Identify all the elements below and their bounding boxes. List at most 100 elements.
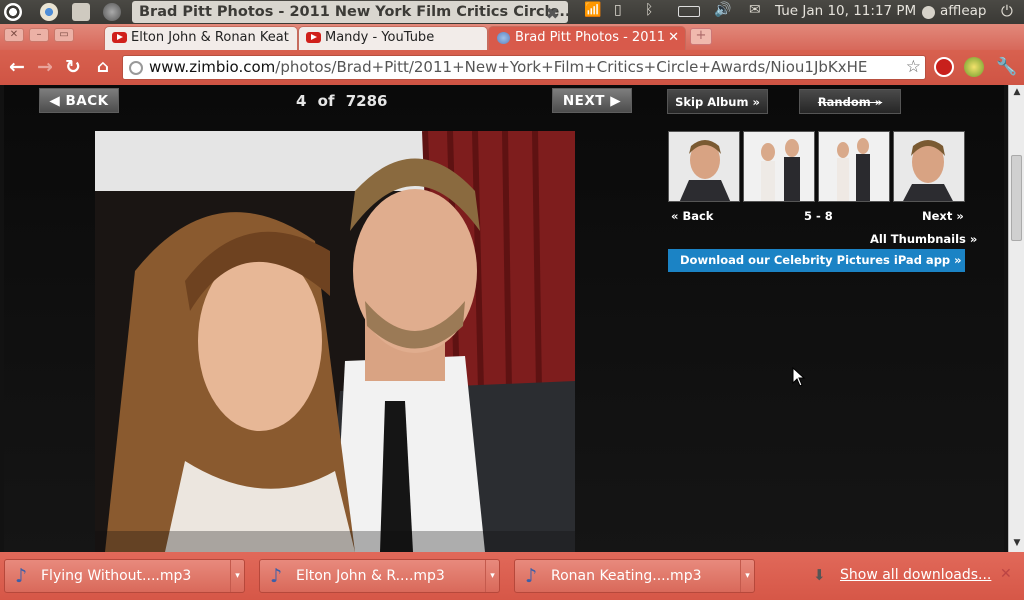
download-item-label: Ronan Keating....mp3 [551,568,702,584]
window-title-text: Brad Pitt Photos - 2011 New York Film Cr… [139,4,568,20]
page-content: ◀ BACK 4 of 7286 NEXT ▶ Skip Album » Ran… [0,85,1008,552]
thumbnails-next-link[interactable]: Next » [922,209,964,223]
scrollbar-thumb[interactable] [1011,155,1022,241]
browser-launcher-icon[interactable] [103,3,121,21]
gallery-area: ◀ BACK 4 of 7286 NEXT ▶ Skip Album » Ran… [4,85,1004,552]
thumbnail-image [819,132,889,201]
music-file-icon: ♪ [15,565,28,587]
download-shelf: ♪ Flying Without....mp3 ▾ ♪ Elton John &… [0,552,1024,600]
page-info-icon[interactable] [129,61,143,75]
skip-album-button[interactable]: Skip Album » [667,89,768,114]
back-button-label: BACK [65,93,109,109]
counter-of: of [317,92,335,110]
random-button[interactable]: Random » [799,89,901,114]
left-triangle-icon: ◀ [49,93,66,109]
user-status-icon[interactable] [922,6,935,19]
download-item-1[interactable]: ♪ Flying Without....mp3 ▾ [4,559,245,593]
back-arrow-icon[interactable]: ← [6,56,28,78]
scroll-down-icon[interactable]: ▼ [1011,538,1023,550]
double-left-icon: « [671,209,683,223]
home-icon[interactable]: ⌂ [92,56,114,78]
mail-icon[interactable]: ✉ [749,2,761,18]
tab-label: Mandy - YouTube [325,30,435,45]
wrench-menu-icon[interactable]: 🔧 [996,56,1018,78]
bookmark-star-icon[interactable]: ☆ [906,56,921,79]
power-icon[interactable]: ⏻ [1001,2,1013,20]
show-all-downloads-link[interactable]: Show all downloads... [840,567,991,583]
photo-counter: 4 of 7286 [296,92,388,110]
download-item-label: Elton John & R....mp3 [296,568,445,584]
adblock-icon[interactable] [934,57,954,77]
maximize-window-button[interactable]: ▭ [54,28,74,42]
tab-mandy[interactable]: Mandy - YouTube [298,26,488,50]
skip-album-label: Skip Album » [675,95,760,109]
thumbnails-back-label: Back [682,209,714,223]
zimbio-icon [497,32,510,44]
next-button-label: NEXT [562,93,606,109]
total-photo-number: 7286 [345,92,388,110]
all-thumbnails-label: All Thumbnails » [870,232,978,246]
thumbnail-3[interactable] [818,131,890,202]
extension-icon[interactable] [964,57,984,77]
clock[interactable]: Tue Jan 10, 11:17 PM [775,3,916,19]
all-thumbnails-link[interactable]: All Thumbnails » [870,232,977,246]
address-bar[interactable]: www.zimbio.com/photos/Brad+Pitt/2011+New… [122,55,926,80]
close-window-icon[interactable]: ✖ [546,3,559,23]
tab-brad-pitt-photos[interactable]: Brad Pitt Photos - 2011 ✕ [488,26,686,50]
url-host: www.zimbio.com [149,58,276,76]
next-button[interactable]: NEXT ▶ [552,88,632,113]
window-title: Brad Pitt Photos - 2011 New York Film Cr… [132,1,568,23]
tab-strip: ✕ – ▭ Elton John & Ronan Keat Mandy - Yo… [0,24,1024,50]
text-editor-launcher-icon[interactable] [72,3,90,21]
download-menu-icon[interactable]: ▾ [740,560,754,592]
ipad-app-banner[interactable]: Download our Celebrity Pictures iPad app… [668,249,965,272]
random-label: Random » [817,95,883,109]
download-item-label: Flying Without....mp3 [41,568,192,584]
scroll-up-icon[interactable]: ▲ [1011,87,1023,99]
youtube-icon [112,32,127,43]
ubuntu-menu-icon[interactable] [4,3,22,21]
url-path: /photos/Brad+Pitt/2011+New+York+Film+Cri… [275,58,868,76]
thumbnails-range-text: 5 - 8 [804,209,833,223]
back-button[interactable]: ◀ BACK [39,88,119,113]
new-tab-button[interactable]: + [690,28,712,45]
music-file-icon: ♪ [525,565,538,587]
phone-icon[interactable]: ▯ [614,2,622,18]
music-file-icon: ♪ [270,565,283,587]
volume-icon[interactable]: 🔊 [714,2,731,18]
download-item-2[interactable]: ♪ Elton John & R....mp3 ▾ [259,559,500,593]
tab-label: Elton John & Ronan Keat [131,30,289,45]
tab-elton-john[interactable]: Elton John & Ronan Keat [104,26,298,50]
bluetooth-icon[interactable]: ᛒ [645,2,653,18]
thumbnails-back-link[interactable]: « Back [671,209,713,223]
main-photo[interactable] [95,131,575,552]
download-menu-icon[interactable]: ▾ [230,560,244,592]
user-name[interactable]: affleap [940,3,986,19]
chrome-launcher-icon[interactable] [40,3,58,21]
download-menu-icon[interactable]: ▾ [485,560,499,592]
browser-toolbar: ← → ↻ ⌂ www.zimbio.com/photos/Brad+Pitt/… [0,50,1024,85]
thumbnail-image [894,132,964,201]
minimize-window-button[interactable]: – [29,28,49,42]
right-triangle-icon: ▶ [605,93,622,109]
close-window-button[interactable]: ✕ [4,28,24,42]
forward-arrow-icon[interactable]: → [34,56,56,78]
thumbnail-4[interactable] [893,131,965,202]
thumbnails-range: 5 - 8 [804,209,833,223]
system-panel: Brad Pitt Photos - 2011 New York Film Cr… [0,0,1024,24]
thumbnail-image [744,132,814,201]
mouse-cursor-icon [792,367,806,387]
download-item-3[interactable]: ♪ Ronan Keating....mp3 ▾ [514,559,755,593]
thumbnail-1[interactable] [668,131,740,202]
reload-icon[interactable]: ↻ [62,56,84,78]
thumbnail-2[interactable] [743,131,815,202]
battery-icon[interactable] [678,6,700,17]
page-scrollbar[interactable]: ▲ ▼ [1008,85,1024,552]
thumbnail-image [669,132,739,201]
thumbnails-next-label: Next [922,209,953,223]
photo-illustration [95,131,575,552]
close-shelf-icon[interactable]: ✕ [1000,566,1012,582]
current-photo-number: 4 [296,92,307,110]
wifi-icon[interactable]: 📶 [584,2,601,18]
close-tab-icon[interactable]: ✕ [668,27,679,49]
